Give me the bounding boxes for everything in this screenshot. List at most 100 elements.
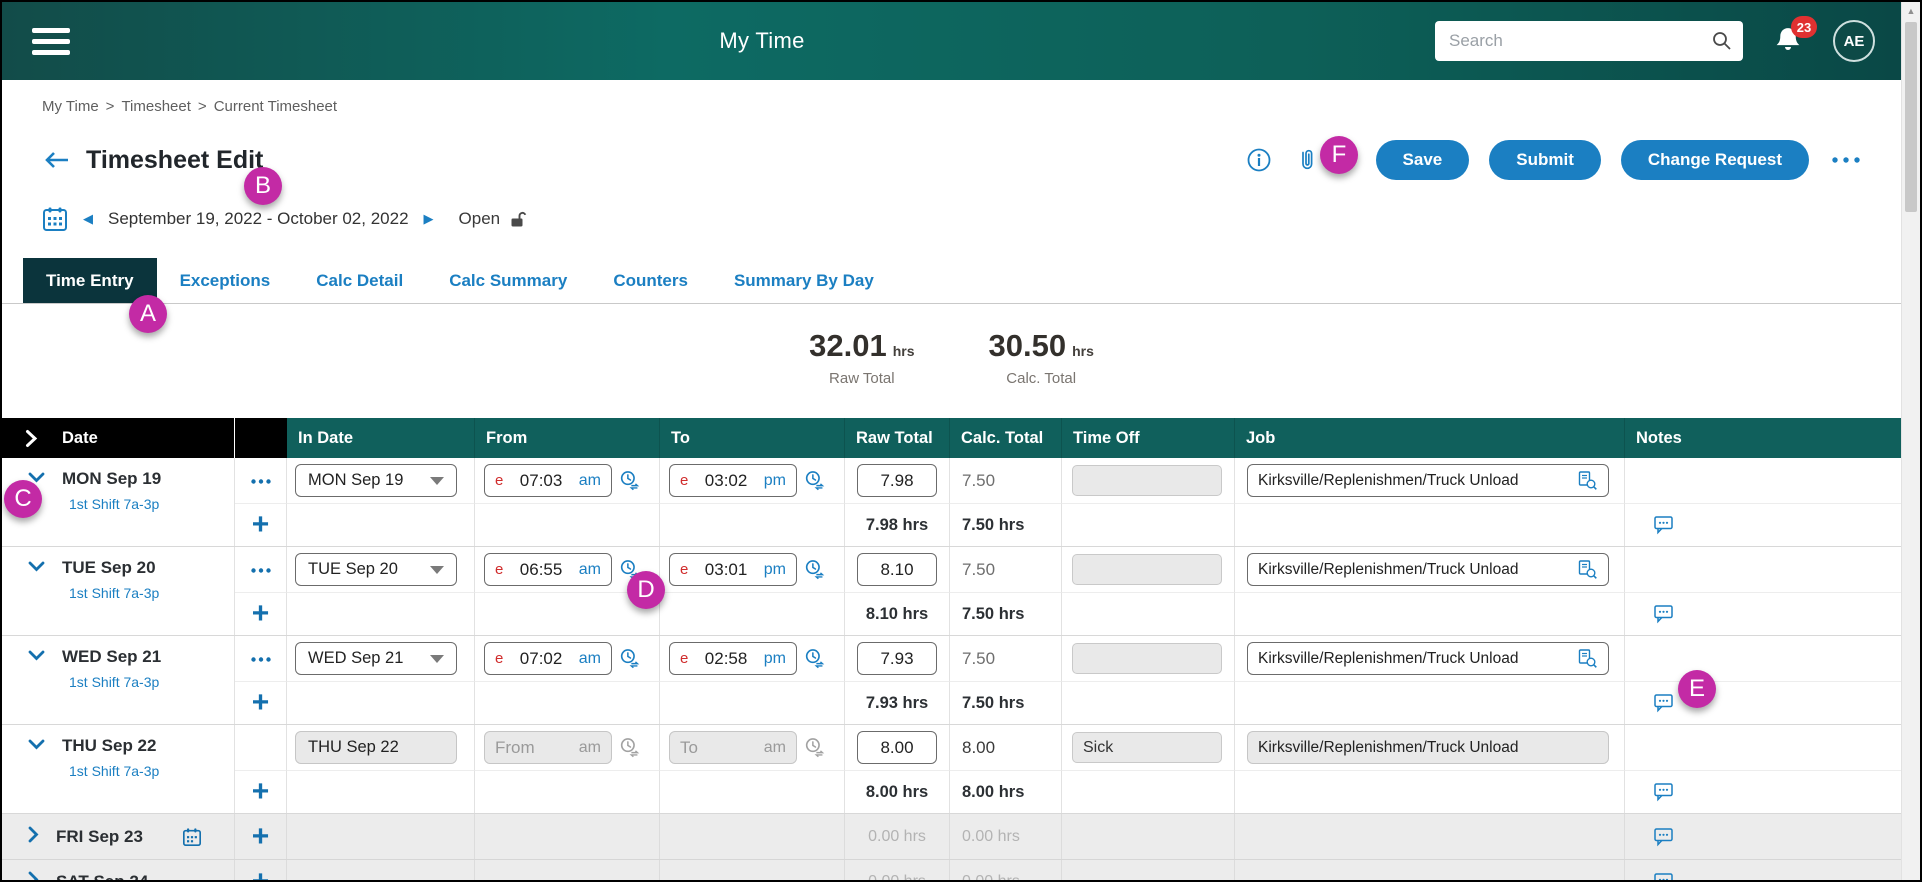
- day-row-sat: SAT Sep 24 + 0.00 hrs 0.00 hrs: [2, 860, 1901, 880]
- job-lookup-icon[interactable]: [1577, 470, 1598, 491]
- save-button[interactable]: Save: [1375, 140, 1470, 180]
- job-input[interactable]: Kirksville/Replenishmen/Truck Unload: [1247, 553, 1609, 586]
- ampm-toggle[interactable]: am: [579, 472, 601, 490]
- note-icon[interactable]: [1653, 827, 1675, 847]
- from-input[interactable]: e 07:02 am: [484, 642, 612, 675]
- note-icon[interactable]: [1653, 872, 1675, 880]
- chevron-down-icon[interactable]: [28, 737, 45, 755]
- tab-counters[interactable]: Counters: [590, 258, 711, 303]
- row-menu-button[interactable]: [250, 472, 272, 490]
- change-request-button[interactable]: Change Request: [1620, 140, 1809, 180]
- attachment-icon[interactable]: [1296, 146, 1318, 174]
- raw-total-input[interactable]: 7.98: [857, 464, 937, 497]
- calc-hours: 0.00 hrs: [962, 873, 1020, 881]
- add-row-button[interactable]: +: [252, 599, 270, 629]
- add-row-button[interactable]: +: [252, 688, 270, 718]
- note-icon[interactable]: [1653, 782, 1675, 802]
- scrollbar-thumb[interactable]: [1905, 22, 1917, 212]
- from-input[interactable]: e 07:03 am: [484, 464, 612, 497]
- hamburger-menu-icon[interactable]: [32, 22, 70, 61]
- time-picker-icon[interactable]: [804, 470, 825, 491]
- in-date-select[interactable]: MON Sep 19: [295, 464, 457, 497]
- schedule-calendar-icon[interactable]: [182, 827, 202, 847]
- time-picker-icon[interactable]: [619, 648, 640, 669]
- chevron-down-icon[interactable]: [28, 648, 45, 666]
- chevron-right-icon[interactable]: [28, 871, 39, 880]
- edit-flag: e: [495, 472, 504, 489]
- search-icon[interactable]: [1711, 30, 1733, 52]
- raw-total-input[interactable]: 8.10: [857, 553, 937, 586]
- ampm-toggle[interactable]: am: [579, 650, 601, 668]
- column-header-date[interactable]: Date: [2, 418, 235, 458]
- ampm-toggle[interactable]: am: [579, 561, 601, 579]
- breadcrumb-item[interactable]: Timesheet: [121, 98, 190, 118]
- more-actions-button[interactable]: [1831, 156, 1861, 164]
- time-picker-icon[interactable]: [804, 648, 825, 669]
- shift-link[interactable]: 1st Shift 7a-3p: [69, 496, 159, 512]
- day-group-tue: TUE Sep 20 1st Shift 7a-3p TUE Sep 20 e0…: [2, 547, 1901, 636]
- submit-button[interactable]: Submit: [1489, 140, 1601, 180]
- job-input: Kirksville/Replenishmen/Truck Unload: [1247, 731, 1609, 764]
- tab-calc-summary[interactable]: Calc Summary: [426, 258, 590, 303]
- column-header-notes: Notes: [1636, 428, 1682, 447]
- search-box[interactable]: [1435, 21, 1743, 61]
- ampm-toggle[interactable]: pm: [764, 561, 786, 579]
- tab-summary-by-day[interactable]: Summary By Day: [711, 258, 897, 303]
- tab-calc-detail[interactable]: Calc Detail: [293, 258, 426, 303]
- row-menu-button[interactable]: [250, 650, 272, 668]
- add-row-button[interactable]: +: [252, 777, 270, 807]
- shift-link[interactable]: 1st Shift 7a-3p: [69, 674, 159, 690]
- raw-hours: 8.10 hrs: [865, 604, 929, 623]
- expand-all-icon[interactable]: [25, 429, 38, 448]
- raw-total-input[interactable]: 7.93: [857, 642, 937, 675]
- row-menu-button[interactable]: [250, 561, 272, 579]
- raw-total-label: Raw Total: [829, 370, 895, 387]
- vertical-scrollbar[interactable]: ▲: [1901, 2, 1920, 880]
- tab-exceptions[interactable]: Exceptions: [157, 258, 294, 303]
- to-input[interactable]: e 03:01 pm: [669, 553, 797, 586]
- breadcrumb-item[interactable]: My Time: [42, 98, 99, 118]
- time-picker-icon: [619, 737, 640, 758]
- raw-total-input[interactable]: 8.00: [857, 731, 937, 764]
- note-icon[interactable]: [1653, 515, 1675, 535]
- scroll-up-arrow[interactable]: ▲: [1902, 2, 1920, 20]
- tab-time-entry[interactable]: Time Entry: [23, 258, 157, 303]
- shift-link[interactable]: 1st Shift 7a-3p: [69, 763, 159, 779]
- breadcrumb-item[interactable]: Current Timesheet: [214, 98, 337, 118]
- date-cell: TUE Sep 20 1st Shift 7a-3p: [2, 547, 235, 635]
- time-picker-icon[interactable]: [619, 470, 640, 491]
- next-period-icon[interactable]: ▶: [424, 211, 434, 227]
- job-input[interactable]: Kirksville/Replenishmen/Truck Unload: [1247, 464, 1609, 497]
- ampm-toggle[interactable]: pm: [764, 472, 786, 490]
- note-icon[interactable]: [1653, 604, 1675, 624]
- from-input[interactable]: e 06:55 am: [484, 553, 612, 586]
- job-lookup-icon[interactable]: [1577, 648, 1598, 669]
- chevron-right-icon[interactable]: [28, 826, 39, 848]
- note-icon[interactable]: [1653, 693, 1675, 713]
- chevron-down-icon[interactable]: [28, 559, 45, 577]
- in-date-select[interactable]: TUE Sep 20: [295, 553, 457, 586]
- back-arrow-icon[interactable]: [42, 149, 70, 171]
- in-date-select[interactable]: WED Sep 21: [295, 642, 457, 675]
- search-input[interactable]: [1449, 31, 1711, 51]
- period-range: September 19, 2022 - October 02, 2022: [108, 209, 409, 228]
- calc-total-unit: hrs: [1072, 343, 1094, 359]
- job-input[interactable]: Kirksville/Replenishmen/Truck Unload: [1247, 642, 1609, 675]
- avatar[interactable]: AE: [1833, 20, 1875, 62]
- raw-hours: 7.98 hrs: [865, 515, 929, 534]
- column-header-to: To: [660, 418, 845, 458]
- info-icon[interactable]: [1246, 147, 1272, 173]
- shift-link[interactable]: 1st Shift 7a-3p: [69, 585, 159, 601]
- time-picker-icon[interactable]: [804, 559, 825, 580]
- add-row-button[interactable]: +: [252, 821, 270, 852]
- to-input[interactable]: e 03:02 pm: [669, 464, 797, 497]
- job-lookup-icon[interactable]: [1577, 559, 1598, 580]
- calendar-icon[interactable]: [42, 206, 68, 232]
- ampm-toggle[interactable]: pm: [764, 650, 786, 668]
- raw-hours: 0.00 hrs: [868, 827, 926, 845]
- add-row-button[interactable]: +: [252, 866, 270, 880]
- add-row-button[interactable]: +: [252, 510, 270, 540]
- to-input[interactable]: e 02:58 pm: [669, 642, 797, 675]
- previous-period-icon[interactable]: ◀: [83, 211, 93, 227]
- notifications-button[interactable]: 23: [1771, 16, 1817, 58]
